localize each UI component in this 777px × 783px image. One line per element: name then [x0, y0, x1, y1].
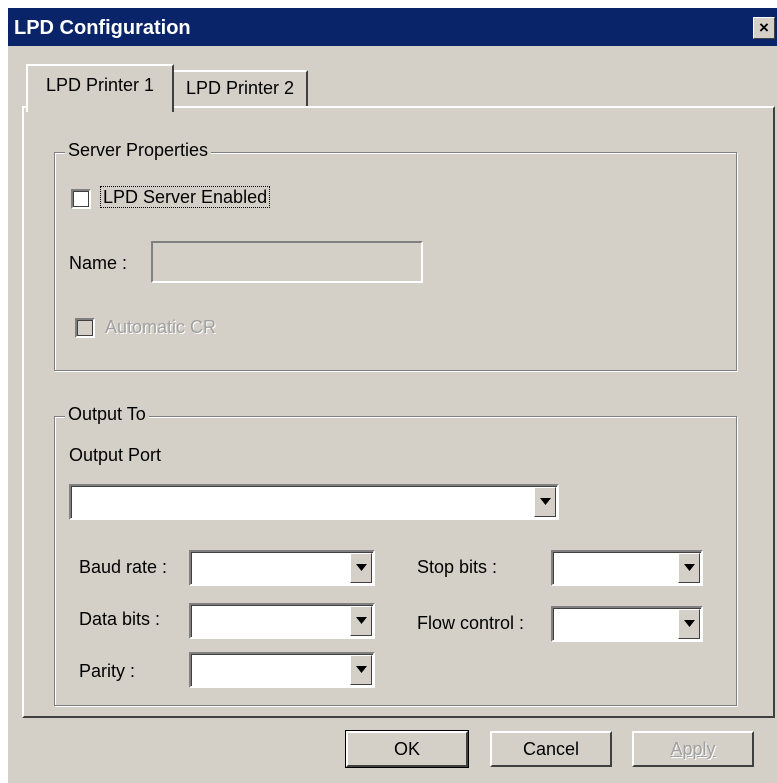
chevron-down-icon: [684, 620, 695, 627]
title-bar: LPD Configuration ×: [8, 8, 777, 46]
chevron-down-icon: [684, 564, 695, 571]
stop-bits-dropdown-button[interactable]: [678, 553, 700, 583]
baud-rate-select[interactable]: [189, 550, 375, 586]
output-port-select[interactable]: [69, 484, 559, 520]
tab-panel: Server Properties LPD Server Enabled Nam…: [22, 106, 775, 718]
parity-label: Parity :: [79, 661, 136, 681]
baud-rate-label: Baud rate :: [79, 557, 168, 577]
ok-button[interactable]: OK: [345, 730, 469, 768]
flow-control-dropdown-button[interactable]: [678, 609, 700, 639]
chevron-down-icon: [356, 564, 367, 571]
chevron-down-icon: [540, 498, 551, 505]
tab-label: LPD Printer 2: [185, 78, 295, 98]
lpd-server-enabled-text: LPD Server Enabled: [99, 186, 271, 208]
data-bits-select[interactable]: [189, 603, 375, 639]
baud-rate-dropdown-button[interactable]: [350, 553, 372, 583]
tab-lpd-printer-2[interactable]: LPD Printer 2: [172, 70, 308, 107]
apply-button[interactable]: Apply: [632, 731, 754, 767]
data-bits-dropdown-button[interactable]: [350, 606, 372, 636]
name-label: Name :: [69, 253, 128, 273]
apply-label: Apply: [670, 739, 716, 759]
name-field[interactable]: [151, 241, 423, 283]
server-properties-group: Server Properties LPD Server Enabled Nam…: [54, 140, 737, 371]
automatic-cr-label: Automatic CR: [105, 317, 217, 337]
chevron-down-icon: [356, 666, 367, 673]
output-port-label: Output Port: [69, 445, 162, 465]
output-port-dropdown-button[interactable]: [534, 487, 556, 517]
window-title: LPD Configuration: [14, 17, 191, 39]
output-to-group: Output To Output Port Baud rate : Stop b…: [54, 404, 737, 706]
chevron-down-icon: [356, 617, 367, 624]
data-bits-label: Data bits :: [79, 609, 161, 629]
automatic-cr-checkbox[interactable]: [75, 318, 95, 338]
parity-dropdown-button[interactable]: [350, 655, 372, 685]
server-properties-legend: Server Properties: [65, 140, 212, 161]
stop-bits-select[interactable]: [551, 550, 703, 586]
tab-label: LPD Printer 1: [45, 75, 155, 95]
flow-control-select[interactable]: [551, 606, 703, 642]
close-button[interactable]: ×: [753, 17, 775, 39]
close-icon: ×: [759, 18, 769, 37]
output-to-legend: Output To: [65, 404, 149, 425]
lpd-configuration-dialog: LPD Configuration × LPD Printer 1 LPD Pr…: [8, 8, 777, 783]
stop-bits-label: Stop bits :: [417, 557, 498, 577]
tab-lpd-printer-1[interactable]: LPD Printer 1: [26, 64, 174, 112]
parity-select[interactable]: [189, 652, 375, 688]
cancel-button[interactable]: Cancel: [490, 731, 612, 767]
lpd-server-enabled-checkbox[interactable]: [71, 189, 91, 209]
flow-control-label: Flow control :: [417, 613, 525, 633]
lpd-server-enabled-label[interactable]: LPD Server Enabled: [99, 186, 271, 208]
